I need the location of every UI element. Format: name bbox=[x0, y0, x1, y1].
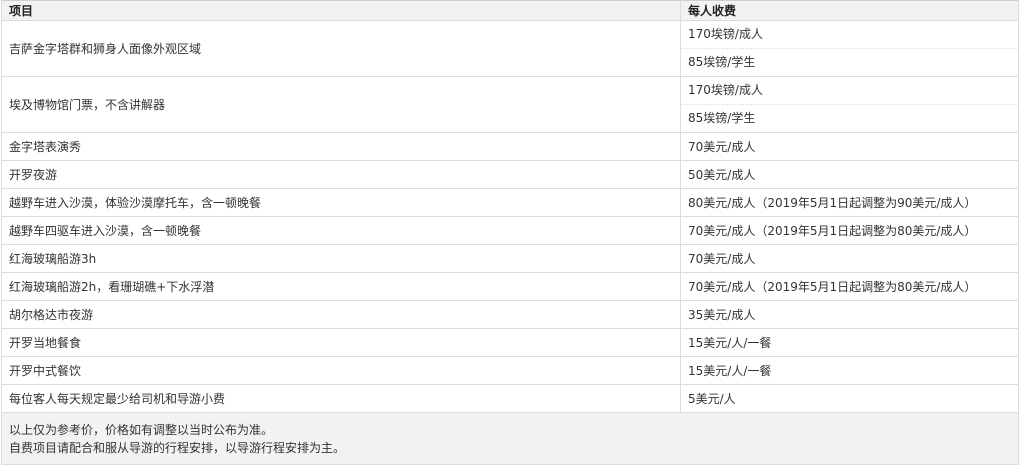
item-cell: 红海玻璃船游3h bbox=[1, 244, 681, 273]
item-cell: 开罗当地餐食 bbox=[1, 328, 681, 357]
table-header-row: 项目 每人收费 bbox=[1, 0, 1019, 21]
price-line: 85埃镑/学生 bbox=[681, 104, 1018, 132]
price-cell: 15美元/人/一餐 bbox=[680, 328, 1019, 357]
price-cell: 70美元/成人 bbox=[680, 244, 1019, 273]
table-row: 越野车进入沙漠，体验沙漠摩托车，含一顿晚餐 80美元/成人（2019年5月1日起… bbox=[1, 188, 1019, 217]
price-cell: 170埃镑/成人 85埃镑/学生 bbox=[680, 20, 1019, 77]
self-pay-fee-table: 项目 每人收费 吉萨金字塔群和狮身人面像外观区域 170埃镑/成人 85埃镑/学… bbox=[1, 0, 1019, 465]
item-cell: 吉萨金字塔群和狮身人面像外观区域 bbox=[1, 20, 681, 77]
price-cell: 170埃镑/成人 85埃镑/学生 bbox=[680, 76, 1019, 133]
table-row: 金字塔表演秀 70美元/成人 bbox=[1, 132, 1019, 161]
table-row: 每位客人每天规定最少给司机和导游小费 5美元/人 bbox=[1, 384, 1019, 413]
price-cell: 70美元/成人（2019年5月1日起调整为80美元/成人） bbox=[680, 216, 1019, 245]
price-cell: 15美元/人/一餐 bbox=[680, 356, 1019, 385]
item-cell: 每位客人每天规定最少给司机和导游小费 bbox=[1, 384, 681, 413]
item-cell: 胡尔格达市夜游 bbox=[1, 300, 681, 329]
price-line: 170埃镑/成人 bbox=[688, 27, 763, 41]
table-row: 吉萨金字塔群和狮身人面像外观区域 170埃镑/成人 85埃镑/学生 bbox=[1, 20, 1019, 77]
price-cell: 70美元/成人（2019年5月1日起调整为80美元/成人） bbox=[680, 272, 1019, 301]
notes-cell: 以上仅为参考价，价格如有调整以当时公布为准。 自费项目请配合和服从导游的行程安排… bbox=[1, 412, 1019, 465]
table-row: 红海玻璃船游2h，看珊瑚礁+下水浮潜 70美元/成人（2019年5月1日起调整为… bbox=[1, 272, 1019, 301]
price-cell: 80美元/成人（2019年5月1日起调整为90美元/成人） bbox=[680, 188, 1019, 217]
notes-row: 以上仅为参考价，价格如有调整以当时公布为准。 自费项目请配合和服从导游的行程安排… bbox=[1, 412, 1019, 465]
item-cell: 开罗中式餐饮 bbox=[1, 356, 681, 385]
item-cell: 越野车进入沙漠，体验沙漠摩托车，含一顿晚餐 bbox=[1, 188, 681, 217]
table-row: 埃及博物馆门票，不含讲解器 170埃镑/成人 85埃镑/学生 bbox=[1, 76, 1019, 133]
item-cell: 开罗夜游 bbox=[1, 160, 681, 189]
table-row: 胡尔格达市夜游 35美元/成人 bbox=[1, 300, 1019, 329]
table-row: 红海玻璃船游3h 70美元/成人 bbox=[1, 244, 1019, 273]
item-cell: 埃及博物馆门票，不含讲解器 bbox=[1, 76, 681, 133]
item-cell: 金字塔表演秀 bbox=[1, 132, 681, 161]
header-item: 项目 bbox=[1, 0, 681, 21]
item-cell: 红海玻璃船游2h，看珊瑚礁+下水浮潜 bbox=[1, 272, 681, 301]
table-row: 越野车四驱车进入沙漠，含一顿晚餐 70美元/成人（2019年5月1日起调整为80… bbox=[1, 216, 1019, 245]
price-cell: 5美元/人 bbox=[680, 384, 1019, 413]
price-cell: 70美元/成人 bbox=[680, 132, 1019, 161]
item-cell: 越野车四驱车进入沙漠，含一顿晚餐 bbox=[1, 216, 681, 245]
table-row: 开罗中式餐饮 15美元/人/一餐 bbox=[1, 356, 1019, 385]
table-row: 开罗当地餐食 15美元/人/一餐 bbox=[1, 328, 1019, 357]
note-itinerary: 自费项目请配合和服从导游的行程安排，以导游行程安排为主。 bbox=[9, 440, 346, 455]
header-price: 每人收费 bbox=[680, 0, 1019, 21]
price-line: 170埃镑/成人 bbox=[688, 83, 763, 97]
price-cell: 35美元/成人 bbox=[680, 300, 1019, 329]
note-reference-price: 以上仅为参考价，价格如有调整以当时公布为准。 bbox=[9, 422, 274, 437]
price-line: 85埃镑/学生 bbox=[681, 48, 1018, 76]
table-row: 开罗夜游 50美元/成人 bbox=[1, 160, 1019, 189]
price-cell: 50美元/成人 bbox=[680, 160, 1019, 189]
